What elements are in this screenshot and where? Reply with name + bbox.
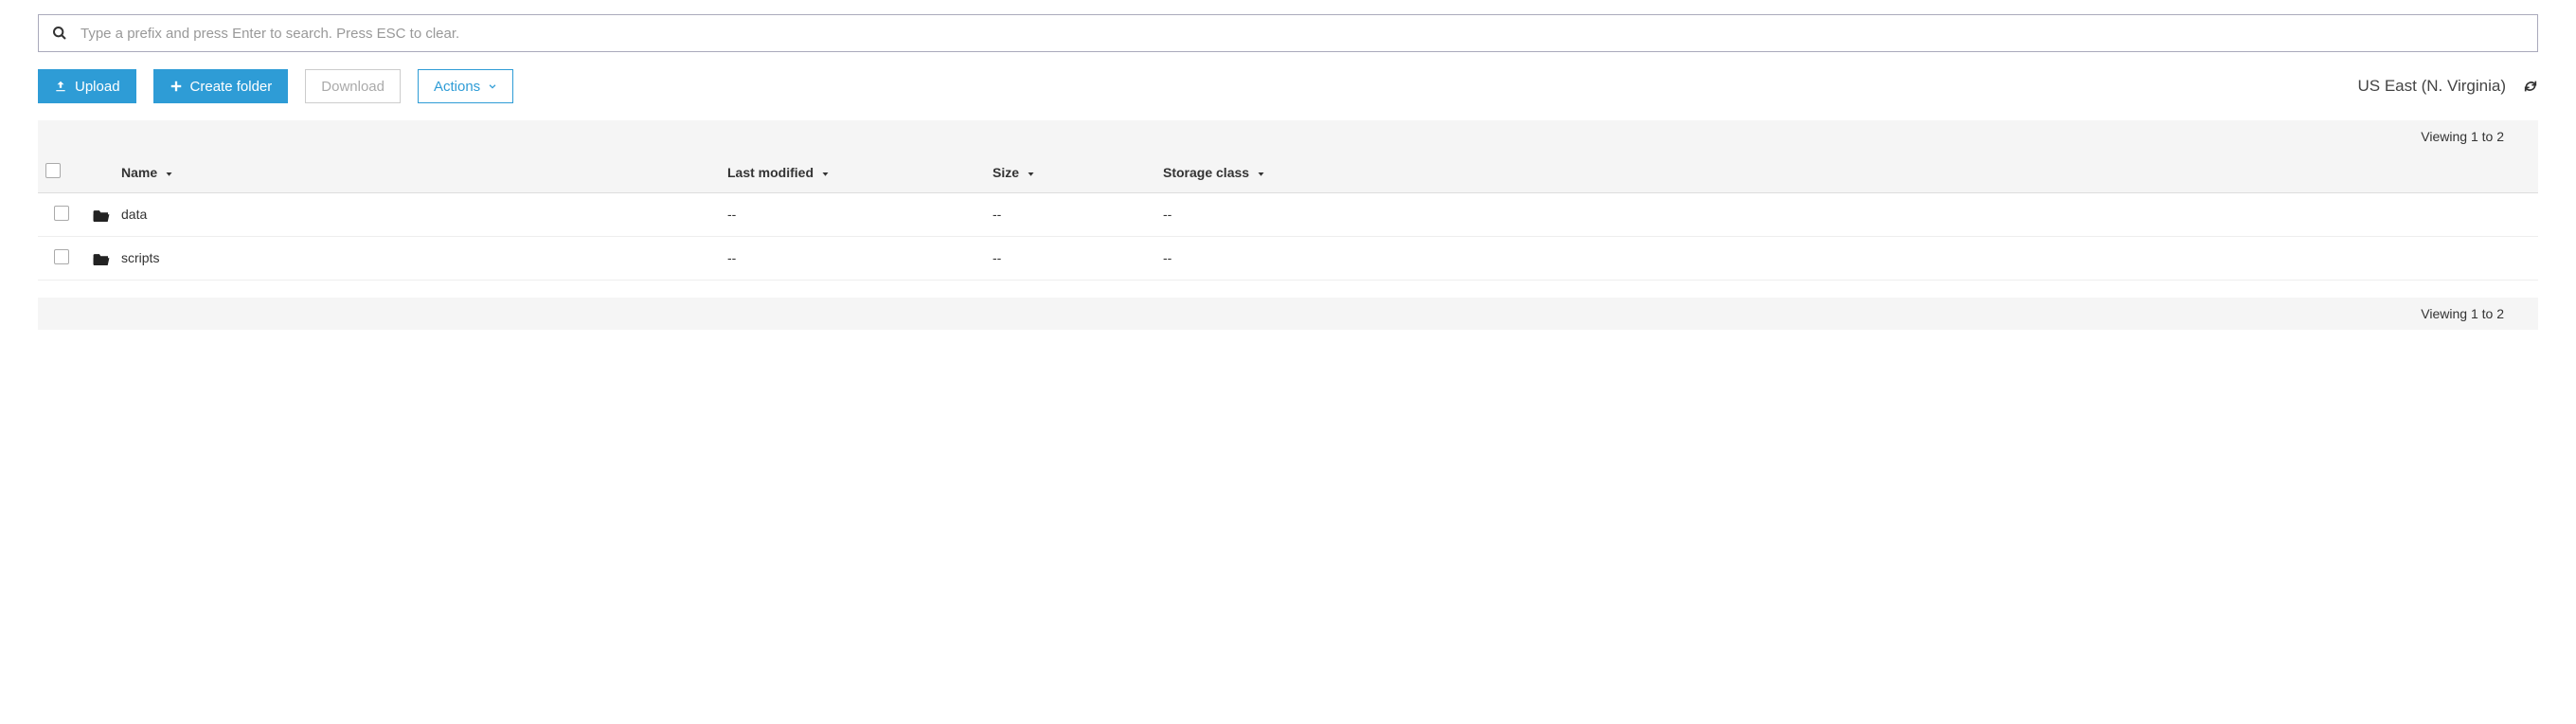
caret-down-icon [1027,170,1035,178]
download-button: Download [305,69,401,103]
caret-down-icon [821,170,830,178]
create-folder-label: Create folder [190,79,273,95]
table-row[interactable]: scripts -- -- -- [38,236,2538,280]
toolbar: Upload Create folder Download Actions US… [38,69,2538,103]
search-icon [39,26,80,41]
col-name[interactable]: Name [114,153,720,192]
row-last-modified: -- [720,236,985,280]
row-size: -- [985,192,1155,236]
row-name[interactable]: scripts [114,236,720,280]
object-table: Name Last modified Size Storage class [38,153,2538,281]
create-folder-button[interactable]: Create folder [153,69,289,103]
refresh-button[interactable] [2523,79,2538,94]
select-all-checkbox[interactable] [45,163,61,178]
search-input[interactable] [80,15,2537,51]
caret-down-icon [165,170,173,178]
row-checkbox[interactable] [54,249,69,264]
upload-icon [54,80,67,93]
search-bar [38,14,2538,52]
pager-text: Viewing 1 to 2 [2421,306,2504,321]
row-storage-class: -- [1155,236,2538,280]
row-checkbox[interactable] [54,206,69,221]
col-last-modified[interactable]: Last modified [720,153,985,192]
folder-icon [93,208,110,222]
caret-down-icon [1257,170,1265,178]
col-size[interactable]: Size [985,153,1155,192]
col-size-label: Size [993,165,1019,180]
row-name[interactable]: data [114,192,720,236]
pager-bottom: Viewing 1 to 2 [38,298,2538,330]
upload-label: Upload [75,79,120,95]
col-storage-class-label: Storage class [1163,165,1249,180]
table-header-row: Name Last modified Size Storage class [38,153,2538,192]
folder-icon [93,252,110,265]
col-last-modified-label: Last modified [727,165,814,180]
row-storage-class: -- [1155,192,2538,236]
upload-button[interactable]: Upload [38,69,136,103]
col-storage-class[interactable]: Storage class [1155,153,2538,192]
actions-label: Actions [434,79,480,95]
row-last-modified: -- [720,192,985,236]
pager-top: Viewing 1 to 2 [38,120,2538,153]
region-label: US East (N. Virginia) [2357,77,2506,96]
row-size: -- [985,236,1155,280]
region-area: US East (N. Virginia) [2357,77,2538,96]
col-name-label: Name [121,165,157,180]
table-row[interactable]: data -- -- -- [38,192,2538,236]
actions-button[interactable]: Actions [418,69,513,103]
pager-text: Viewing 1 to 2 [2421,129,2504,144]
plus-icon [170,80,183,93]
download-label: Download [321,79,385,95]
chevron-down-icon [488,81,497,91]
